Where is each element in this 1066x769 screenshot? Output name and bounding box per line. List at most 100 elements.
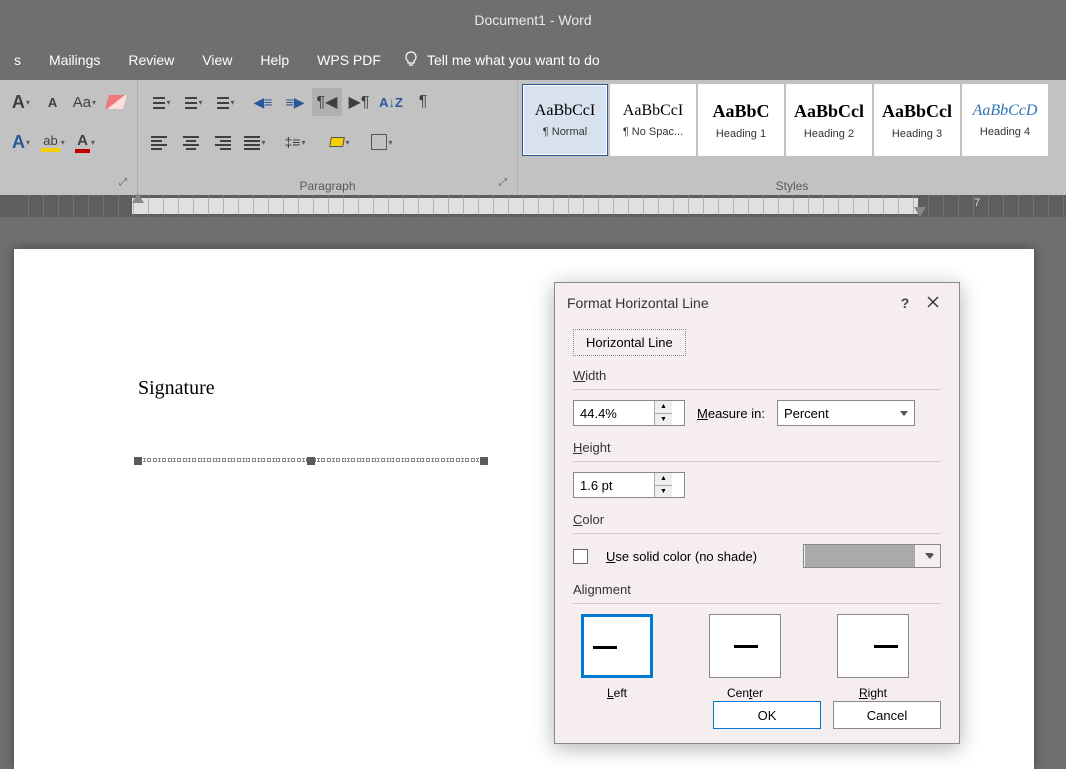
align-center-button[interactable] — [176, 128, 206, 156]
grow-font-button[interactable]: A▾ — [6, 88, 36, 116]
width-spin-up-icon[interactable]: ▲ — [655, 401, 672, 414]
ruler-tick: 4 — [614, 197, 620, 209]
cancel-button[interactable]: Cancel — [833, 701, 941, 729]
format-horizontal-line-dialog: Format Horizontal Line ? Horizontal Line… — [554, 282, 960, 744]
solid-color-checkbox[interactable] — [573, 549, 588, 564]
rtl-direction-button[interactable]: ▶¶ — [344, 88, 374, 116]
ribbon: A▾ A Aa▾ A▾ ab▾ A▾ ⤢ ▾ ▾ ▾ ◀≡ ≡▶ ¶◀ — [0, 80, 1066, 195]
horizontal-line-object[interactable] — [138, 458, 484, 464]
styles-group-label: Styles — [518, 179, 1066, 193]
paragraph-group: ▾ ▾ ▾ ◀≡ ≡▶ ¶◀ ▶¶ A↓Z ¶ ▾ ‡≡▾ ▾ ▾ — [138, 80, 518, 195]
dialog-tab-horizontal-line[interactable]: Horizontal Line — [573, 329, 686, 356]
font-color-button[interactable]: A▾ — [70, 128, 100, 156]
borders-button[interactable]: ▾ — [362, 128, 402, 156]
align-right-option[interactable]: Right — [837, 614, 909, 700]
dialog-title: Format Horizontal Line — [567, 295, 891, 311]
width-spinbox[interactable]: ▲▼ — [573, 400, 685, 426]
highlight-button[interactable]: ab▾ — [38, 128, 68, 156]
ruler-tick: 2 — [374, 197, 380, 209]
resize-handle-left[interactable] — [134, 457, 142, 465]
change-case-button[interactable]: Aa▾ — [70, 88, 100, 116]
color-swatch — [805, 545, 915, 567]
justify-button[interactable]: ▾ — [240, 128, 270, 156]
dialog-titlebar[interactable]: Format Horizontal Line ? — [555, 283, 959, 323]
width-spin-down-icon[interactable]: ▼ — [655, 414, 672, 426]
height-spinbox[interactable]: ▲▼ — [573, 472, 685, 498]
color-label: Color — [573, 512, 941, 527]
style-sample: AaBbCcD — [973, 102, 1038, 120]
menu-help[interactable]: Help — [246, 42, 303, 78]
ok-button[interactable]: OK — [713, 701, 821, 729]
text-effects-button[interactable]: A▾ — [6, 128, 36, 156]
menu-view[interactable]: View — [188, 42, 246, 78]
align-center-label: Center — [727, 686, 763, 700]
ruler-tick: 6 — [854, 197, 860, 209]
multilevel-list-button[interactable]: ▾ — [208, 88, 238, 116]
sort-button[interactable]: A↓Z — [376, 88, 406, 116]
style-heading1[interactable]: AaBbC Heading 1 — [698, 84, 784, 156]
measure-in-combo[interactable]: Percent — [777, 400, 915, 426]
width-label: Width — [573, 368, 941, 383]
font-group-launcher-icon[interactable]: ⤢ — [119, 177, 133, 191]
paragraph-group-launcher-icon[interactable]: ⤢ — [499, 177, 513, 191]
clear-formatting-button[interactable] — [101, 88, 131, 116]
font-group: A▾ A Aa▾ A▾ ab▾ A▾ ⤢ — [0, 80, 138, 195]
style-label: Heading 1 — [716, 128, 766, 140]
numbering-button[interactable]: ▾ — [176, 88, 206, 116]
menu-mailings[interactable]: Mailings — [35, 42, 114, 78]
menubar: s Mailings Review View Help WPS PDF Tell… — [0, 40, 1066, 80]
close-icon[interactable] — [919, 295, 947, 312]
color-picker[interactable] — [803, 544, 941, 568]
shading-button[interactable]: ▾ — [320, 128, 360, 156]
right-indent-marker[interactable] — [914, 207, 926, 217]
width-input[interactable] — [574, 401, 654, 425]
styles-group: AaBbCcI ¶ Normal AaBbCcI ¶ No Spac... Aa… — [518, 80, 1066, 195]
tell-me-search[interactable]: Tell me what you want to do — [403, 51, 600, 70]
menu-truncated[interactable]: s — [0, 42, 35, 78]
alignment-label: Alignment — [573, 582, 941, 597]
align-right-button[interactable] — [208, 128, 238, 156]
style-heading2[interactable]: AaBbCcl Heading 2 — [786, 84, 872, 156]
height-spin-down-icon[interactable]: ▼ — [655, 486, 672, 498]
align-right-label: Right — [859, 686, 887, 700]
help-icon[interactable]: ? — [891, 295, 919, 311]
solid-color-label: Use solid color (no shade) — [606, 549, 757, 564]
style-sample: AaBbCcI — [623, 102, 683, 120]
styles-gallery: AaBbCcI ¶ Normal AaBbCcI ¶ No Spac... Aa… — [518, 80, 1066, 156]
style-sample: AaBbCcI — [535, 102, 595, 120]
align-center-option[interactable]: Center — [709, 614, 781, 700]
ruler-tick: 1 — [254, 197, 260, 209]
style-label: ¶ No Spac... — [623, 126, 683, 138]
shrink-font-button[interactable]: A — [38, 88, 68, 116]
tell-me-label: Tell me what you want to do — [427, 52, 600, 68]
lightbulb-icon — [403, 51, 419, 70]
decrease-indent-button[interactable]: ◀≡ — [248, 88, 278, 116]
horizontal-ruler[interactable]: 1 2 3 4 5 6 7 — [0, 195, 1066, 217]
style-normal[interactable]: AaBbCcI ¶ Normal — [522, 84, 608, 156]
style-heading4[interactable]: AaBbCcD Heading 4 — [962, 84, 1048, 156]
style-no-spacing[interactable]: AaBbCcI ¶ No Spac... — [610, 84, 696, 156]
menu-wpspdf[interactable]: WPS PDF — [303, 42, 395, 78]
style-sample: AaBbCcl — [882, 101, 952, 122]
bullets-button[interactable]: ▾ — [144, 88, 174, 116]
align-left-option[interactable]: Left — [581, 614, 653, 700]
style-sample: AaBbC — [712, 101, 769, 122]
first-line-indent-marker[interactable] — [132, 193, 144, 203]
align-left-label: Left — [607, 686, 627, 700]
resize-handle-right[interactable] — [480, 457, 488, 465]
increase-indent-button[interactable]: ≡▶ — [280, 88, 310, 116]
style-label: Heading 2 — [804, 128, 854, 140]
line-spacing-button[interactable]: ‡≡▾ — [280, 128, 310, 156]
height-spin-up-icon[interactable]: ▲ — [655, 473, 672, 486]
align-left-button[interactable] — [144, 128, 174, 156]
style-label: Heading 4 — [980, 126, 1030, 138]
ltr-direction-button[interactable]: ¶◀ — [312, 88, 342, 116]
paragraph-group-label: Paragraph — [138, 179, 517, 193]
style-label: ¶ Normal — [543, 126, 587, 138]
show-marks-button[interactable]: ¶ — [408, 88, 438, 116]
height-input[interactable] — [574, 473, 654, 497]
resize-handle-center[interactable] — [307, 457, 315, 465]
menu-review[interactable]: Review — [114, 42, 188, 78]
cancel-label: Cancel — [867, 708, 907, 723]
style-heading3[interactable]: AaBbCcl Heading 3 — [874, 84, 960, 156]
